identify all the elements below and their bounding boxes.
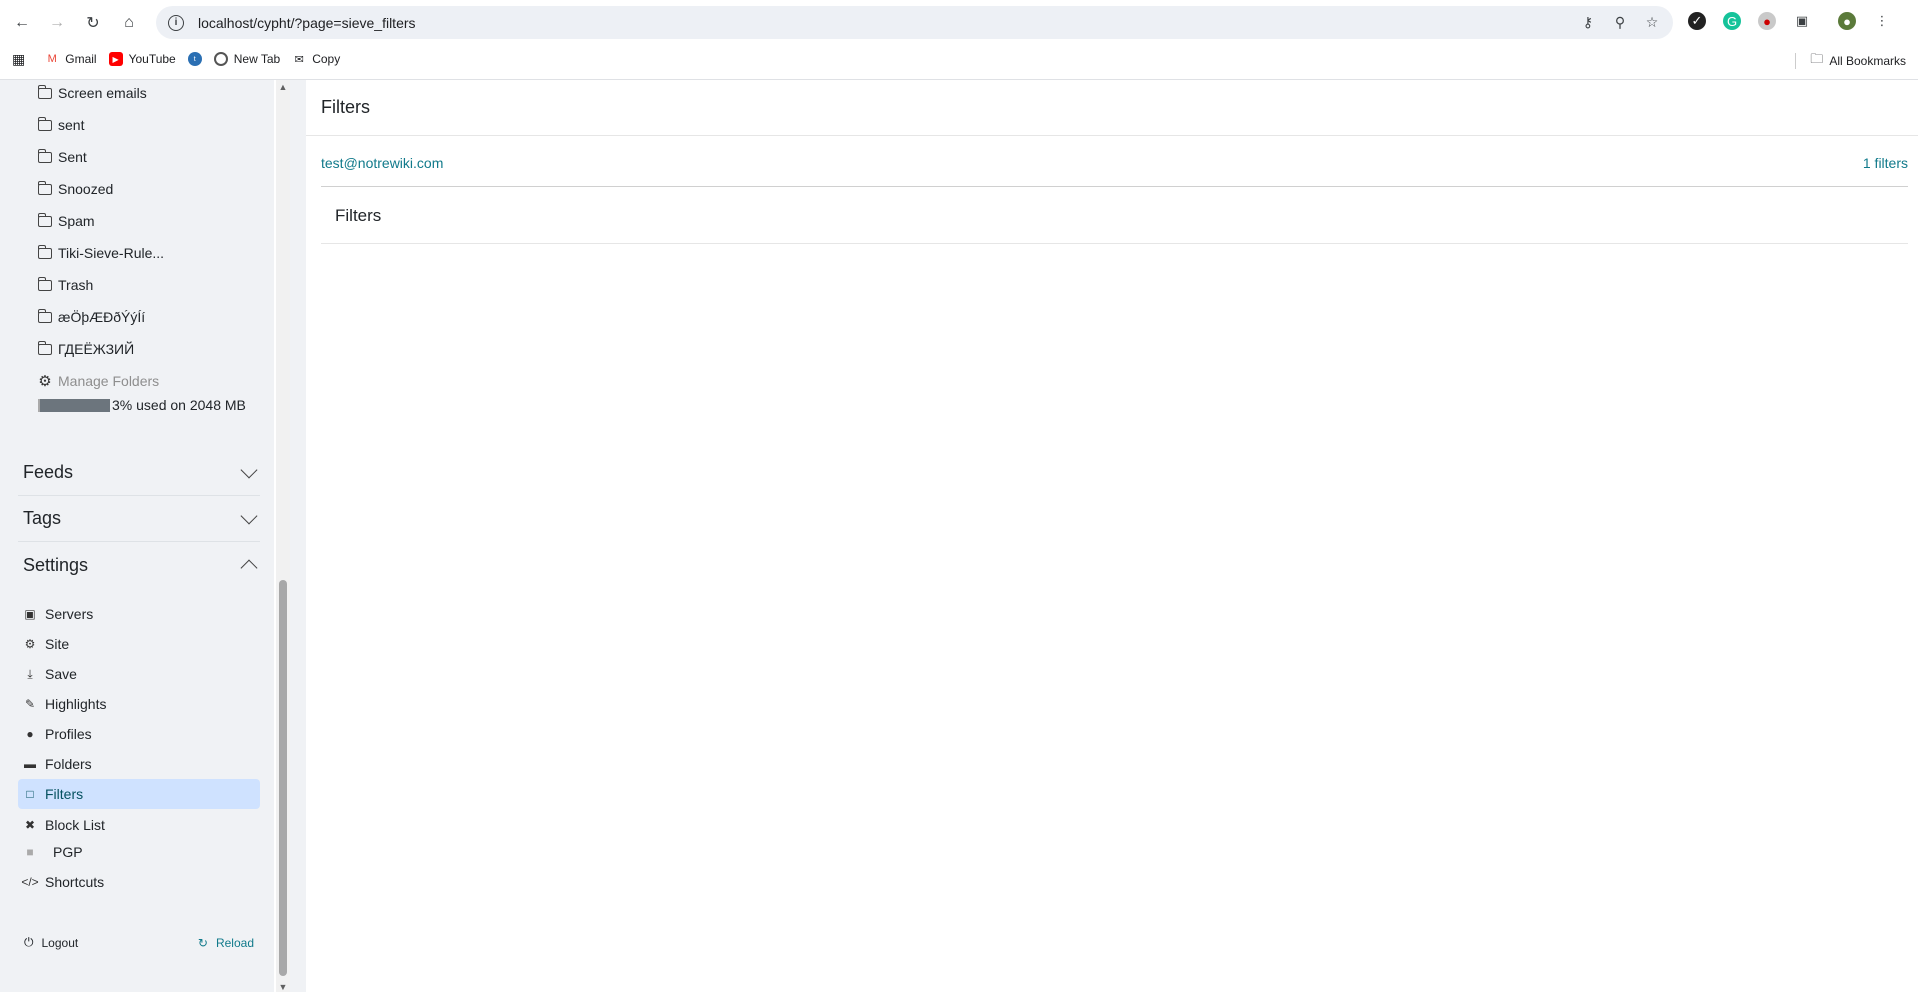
sidebar-footer: ⏻ Logout ↻ Reload [24, 935, 254, 950]
download-icon: ⤓ [27, 666, 33, 681]
gmail-icon: M [47, 53, 57, 65]
browser-chrome: ← → ↻ ⌂ i localhost/cypht/?page=sieve_fi… [0, 0, 1918, 80]
folder-icon [38, 180, 52, 195]
section-tags[interactable]: Tags [18, 496, 260, 542]
bookmark-new-tab[interactable]: New Tab [213, 52, 280, 66]
manage-folders-link[interactable]: ⚙ Manage Folders [38, 371, 159, 391]
code-icon: </> [21, 875, 39, 889]
address-bar[interactable]: i localhost/cypht/?page=sieve_filters ⚷ … [156, 6, 1673, 39]
menu-dots-icon[interactable]: ⋮ [1873, 12, 1891, 30]
filter-count-link[interactable]: 1 filters [1863, 155, 1908, 171]
avatar[interactable]: ● [1838, 12, 1856, 30]
sidebar-scrollbar[interactable]: ▲ ▼ [276, 80, 290, 992]
bookmark-copy[interactable]: ✉ Copy [292, 52, 341, 66]
folder-item[interactable]: sent [38, 115, 84, 135]
site-info-icon[interactable]: i [168, 14, 184, 31]
main-content: Filters test@notrewiki.com 1 filters Fil… [306, 80, 1918, 992]
youtube-icon: ▶ [108, 52, 123, 66]
star-icon[interactable]: ☆ [1643, 13, 1661, 31]
home-icon[interactable]: ⌂ [116, 10, 142, 36]
folder-item[interactable]: Trash [38, 275, 93, 295]
folder-item[interactable]: Screen emails [38, 83, 147, 103]
grammarly-icon[interactable]: G [1723, 12, 1741, 30]
scroll-down-arrow-icon[interactable]: ▼ [278, 982, 288, 992]
back-arrow-icon[interactable]: ← [9, 10, 35, 36]
account-row: test@notrewiki.com 1 filters [321, 155, 1908, 187]
folder-icon [38, 212, 52, 227]
folder-item[interactable]: æÖþÆÐðÝýÍí [38, 307, 145, 327]
all-bookmarks[interactable]: 🗀 All Bookmarks [1795, 50, 1906, 72]
settings-item-servers[interactable]: ▣ Servers [18, 599, 260, 629]
folder-icon [38, 276, 52, 291]
folder-item[interactable]: Snoozed [38, 179, 113, 199]
bookmark-icon: □ [26, 787, 34, 801]
scroll-up-arrow-icon[interactable]: ▲ [278, 82, 288, 92]
folder-icon: 🗀 [1810, 51, 1824, 66]
folder-icon: ▬ [24, 757, 36, 771]
x-circle-icon: ✖ [24, 818, 36, 832]
settings-item-pgp[interactable]: ■ PGP [18, 837, 260, 867]
settings-item-block-list[interactable]: ✖ Block List [18, 810, 260, 840]
reload-icon[interactable]: ↻ [80, 10, 106, 36]
folder-icon [38, 148, 52, 163]
folder-icon [38, 340, 52, 355]
settings-item-profiles[interactable]: ● Profiles [18, 719, 260, 749]
sidebar-gutter [290, 80, 306, 992]
chevron-down-icon [240, 507, 258, 524]
chevron-down-icon [240, 461, 258, 478]
bookmark-site[interactable]: t [187, 52, 202, 66]
page-title: Filters [306, 80, 1918, 136]
folder-item[interactable]: Sent [38, 147, 87, 167]
bookmarks-bar: ▦ M Gmail ▶ YouTube t New Tab ✉ Copy 🗀 A… [0, 46, 1918, 72]
extension-b-icon[interactable]: ● [1758, 12, 1776, 30]
forward-arrow-icon[interactable]: → [44, 10, 70, 36]
folder-icon [38, 116, 52, 131]
pencil-icon: ✎ [24, 697, 36, 711]
sidebar: Screen emails sent Sent Snoozed Spam Tik… [0, 80, 274, 992]
quota-indicator: 3% used on 2048 MB [38, 397, 246, 413]
settings-item-folders[interactable]: ▬ Folders [18, 749, 260, 779]
apps-grid-icon[interactable]: ▦ [12, 51, 25, 68]
folder-item[interactable]: Spam [38, 211, 95, 231]
account-link[interactable]: test@notrewiki.com [321, 155, 443, 171]
key-icon[interactable]: ⚷ [1579, 13, 1597, 31]
mail-icon: ✉ [294, 53, 304, 66]
section-settings[interactable]: Settings [18, 542, 260, 588]
puzzle-icon[interactable]: ▣ [1793, 12, 1811, 30]
chrome-icon [213, 52, 228, 66]
folder-item[interactable]: Tiki-Sieve-Rule... [38, 243, 164, 263]
power-icon: ⏻ [24, 935, 34, 949]
folder-icon [38, 84, 52, 99]
filters-subheading: Filters [321, 188, 1908, 244]
bookmark-youtube[interactable]: ▶ YouTube [108, 52, 176, 66]
settings-item-shortcuts[interactable]: </> Shortcuts [18, 867, 260, 897]
section-feeds[interactable]: Feeds [18, 450, 260, 496]
server-icon: ▣ [24, 607, 36, 621]
settings-item-highlights[interactable]: ✎ Highlights [18, 689, 260, 719]
scrollbar-thumb[interactable] [279, 580, 287, 976]
gear-icon: ⚙ [24, 637, 36, 651]
url-text[interactable]: localhost/cypht/?page=sieve_filters [198, 15, 416, 31]
folder-item[interactable]: ГДЕЁЖЗИЙ [38, 339, 134, 359]
lock-icon: ■ [26, 845, 34, 859]
folder-icon [38, 244, 52, 259]
site-icon: t [187, 52, 202, 66]
settings-item-filters[interactable]: □ Filters [18, 779, 260, 809]
folder-icon [38, 308, 52, 323]
quota-bar [38, 398, 110, 412]
settings-item-save[interactable]: ⤓ Save [18, 659, 260, 689]
gear-icon: ⚙ [38, 373, 52, 390]
settings-item-site[interactable]: ⚙ Site [18, 629, 260, 659]
person-icon: ● [26, 727, 34, 741]
extension-a-icon[interactable]: ✓ [1688, 12, 1706, 30]
zoom-icon[interactable]: ⚲ [1611, 13, 1629, 31]
bookmark-gmail[interactable]: M Gmail [45, 52, 97, 66]
refresh-icon: ↻ [197, 935, 208, 950]
logout-button[interactable]: ⏻ Logout [24, 935, 78, 950]
reload-button[interactable]: ↻ Reload [198, 935, 254, 950]
chevron-up-icon [240, 559, 258, 577]
